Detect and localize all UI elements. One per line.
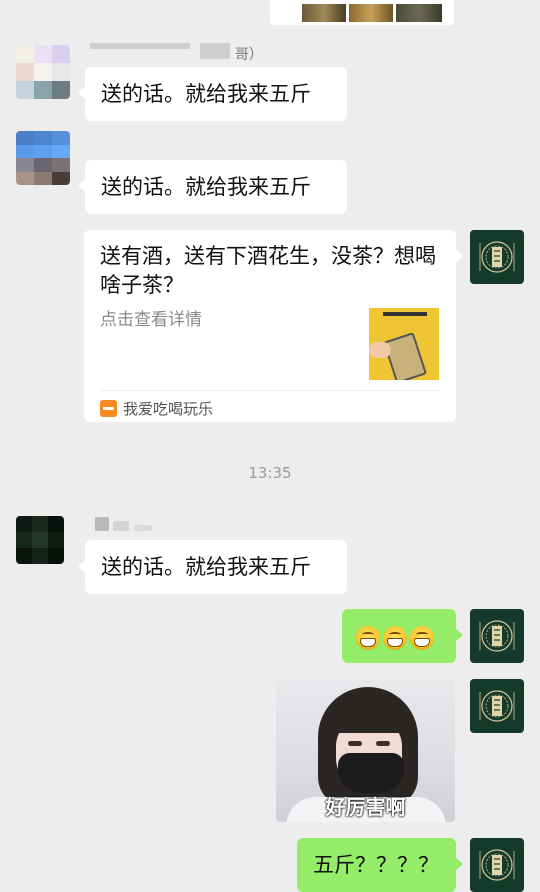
mini-program-icon — [100, 400, 117, 417]
contact-avatar[interactable] — [16, 516, 64, 564]
card-source: 我爱吃喝玩乐 — [123, 400, 214, 418]
message-bubble[interactable]: 五斤？？？？ — [297, 838, 463, 892]
card-thumbnail — [369, 308, 439, 380]
contact-avatar[interactable] — [16, 45, 70, 99]
timestamp: 13:35 — [248, 464, 292, 482]
card-description: 点击查看详情 — [100, 310, 202, 330]
grinning-face-icon — [356, 626, 380, 650]
card-title: 送有酒，送有下酒花生，没茶？想喝啥子茶？ — [100, 244, 436, 297]
self-avatar[interactable] — [470, 679, 524, 733]
message-bubble[interactable]: 送的话。就给我来五斤 — [78, 540, 347, 594]
shared-image-strip[interactable] — [270, 0, 454, 25]
message-bubble[interactable]: 送的话。就给我来五斤 — [78, 160, 347, 214]
self-avatar[interactable] — [470, 609, 524, 663]
contact-avatar[interactable] — [16, 131, 70, 185]
emoji-message-bubble[interactable] — [342, 609, 463, 663]
self-avatar[interactable] — [470, 230, 524, 284]
tea-logo-icon — [479, 241, 515, 273]
self-avatar[interactable] — [470, 838, 524, 892]
sticker-caption: 好厉害啊 — [325, 795, 406, 819]
sender-name — [95, 517, 152, 535]
grinning-face-icon — [410, 626, 434, 650]
tea-logo-icon — [479, 849, 515, 881]
tea-logo-icon — [479, 690, 515, 722]
message-bubble[interactable]: 送的话。就给我来五斤 — [78, 67, 347, 121]
mini-program-card[interactable]: 送有酒，送有下酒花生，没茶？想喝啥子茶？ 点击查看详情 我爱吃喝玩乐 — [84, 230, 463, 422]
tea-logo-icon — [479, 620, 515, 652]
sender-name: 哥） — [90, 43, 263, 61]
grinning-face-icon — [383, 626, 407, 650]
sticker-image[interactable]: 好厉害啊 — [276, 679, 455, 822]
